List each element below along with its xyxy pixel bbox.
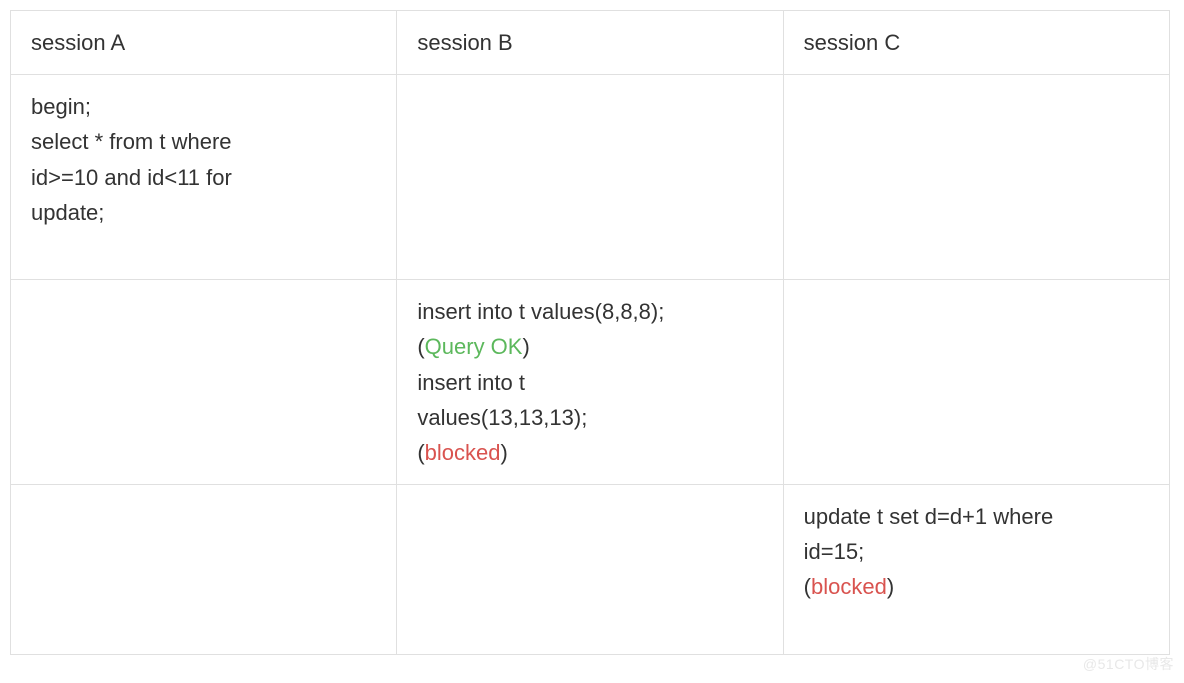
cell-c-2: [783, 280, 1169, 485]
cell-a-3: [11, 485, 397, 655]
sql-line: select * from t where: [31, 124, 376, 159]
cell-c-1: [783, 75, 1169, 280]
sql-line: values(13,13,13);: [417, 400, 762, 435]
sql-line: insert into t values(8,8,8);: [417, 294, 762, 329]
header-session-b: session B: [397, 11, 783, 75]
status-line: (blocked): [804, 569, 1149, 604]
status-blocked: blocked: [811, 574, 887, 599]
status-line: (blocked): [417, 435, 762, 470]
table-row: begin; select * from t where id>=10 and …: [11, 75, 1170, 280]
cell-c-3: update t set d=d+1 where id=15; (blocked…: [783, 485, 1169, 655]
cell-b-1: [397, 75, 783, 280]
cell-a-1: begin; select * from t where id>=10 and …: [11, 75, 397, 280]
table-row: update t set d=d+1 where id=15; (blocked…: [11, 485, 1170, 655]
cell-b-2: insert into t values(8,8,8); (Query OK) …: [397, 280, 783, 485]
status-line: (Query OK): [417, 329, 762, 364]
sql-line: begin;: [31, 89, 376, 124]
sql-line: insert into t: [417, 365, 762, 400]
cell-b-3: [397, 485, 783, 655]
sql-line: update;: [31, 195, 376, 230]
table-header-row: session A session B session C: [11, 11, 1170, 75]
sql-line: update t set d=d+1 where: [804, 499, 1149, 534]
cell-a-2: [11, 280, 397, 485]
status-ok: Query OK: [425, 334, 523, 359]
session-table: session A session B session C begin; sel…: [10, 10, 1170, 655]
status-blocked: blocked: [425, 440, 501, 465]
header-session-c: session C: [783, 11, 1169, 75]
sql-line: id>=10 and id<11 for: [31, 160, 376, 195]
header-session-a: session A: [11, 11, 397, 75]
sql-line: id=15;: [804, 534, 1149, 569]
watermark: @51CTO博客: [1083, 653, 1174, 675]
table-row: insert into t values(8,8,8); (Query OK) …: [11, 280, 1170, 485]
